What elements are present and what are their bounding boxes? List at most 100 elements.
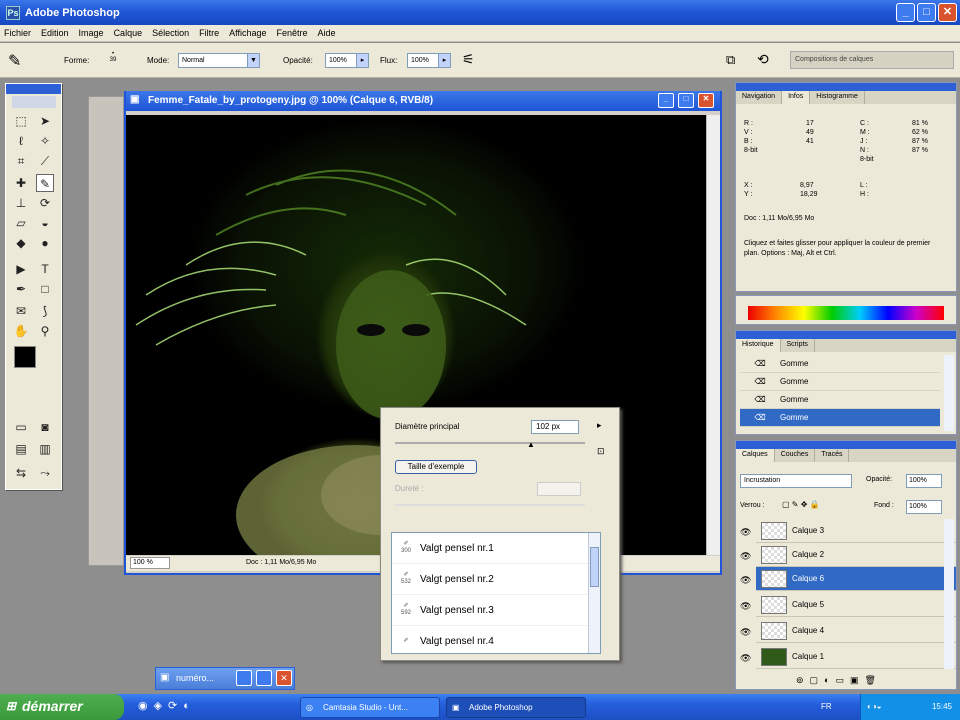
menu-arrow-icon[interactable]: ▸ (597, 420, 602, 431)
mini-maximize-button[interactable] (256, 670, 272, 686)
tab-layers[interactable]: Calques (736, 449, 775, 462)
maximize-button[interactable]: □ (917, 3, 936, 22)
layer-row[interactable]: Calque 3 (756, 519, 956, 543)
menu-edition[interactable]: Edition (41, 28, 69, 38)
layer-row[interactable]: Calque 1 (756, 645, 956, 669)
history-item[interactable]: ⌫ Gomme (740, 391, 940, 409)
mode-select[interactable]: Normal ▼ (178, 53, 260, 68)
quickmask-mode-icon[interactable]: ◙ (36, 418, 54, 436)
stamp-tool-icon[interactable]: ⊥ (12, 194, 30, 212)
lock-icons[interactable]: ▢ ✎ ✥ 🔒 (782, 500, 820, 509)
doc-size-status[interactable]: Doc : 1,11 Mo/6,95 Mo (246, 556, 316, 570)
layer-row[interactable]: Calque 5 (756, 593, 956, 617)
minimize-button[interactable]: _ (896, 3, 915, 22)
color-ramp[interactable] (748, 306, 944, 320)
tray-icons[interactable]: ◐◑◒ (867, 694, 882, 720)
blend-mode-select[interactable]: Incrustation (740, 474, 852, 488)
brush-item[interactable]: ✐ 592 Valgt pensel nr.3 (392, 595, 600, 626)
menu-selection[interactable]: Sélection (152, 28, 189, 38)
vertical-scrollbar[interactable] (706, 115, 720, 555)
brush-item[interactable]: ✐ 300 Valgt pensel nr.1 (392, 533, 600, 564)
brush-tool-active-icon[interactable]: ✎ (36, 174, 54, 192)
type-tool-icon[interactable]: T (36, 260, 54, 278)
doc-maximize-button[interactable]: □ (678, 93, 694, 108)
doc-minimize-button[interactable]: _ (658, 93, 674, 108)
eye-icon[interactable]: 👁 (740, 527, 751, 538)
sample-size-button[interactable]: Taille d'exemple (395, 460, 477, 474)
palette-toggle-icon[interactable]: ⧉ (726, 52, 735, 68)
brush-list-scrollbar[interactable] (588, 533, 600, 653)
close-button[interactable]: ✕ (938, 3, 957, 22)
brush-tool-icon[interactable]: ✎ (8, 51, 21, 71)
eye-icon[interactable]: 👁 (740, 551, 751, 562)
layers-scrollbar[interactable] (944, 519, 954, 669)
brush-list-scroll-thumb[interactable] (590, 547, 599, 587)
taskbar-item-camtasia[interactable]: ◎ Camtasia Studio - Unt... (300, 697, 440, 718)
bucket-tool-icon[interactable]: ◒ (36, 214, 54, 232)
fill-field[interactable]: 100% (906, 500, 942, 514)
tray-lang[interactable]: FR (821, 694, 832, 720)
slice-tool-icon[interactable]: ⟋ (36, 152, 54, 170)
tab-history[interactable]: Historique (736, 339, 781, 352)
background-document-window[interactable] (88, 96, 124, 566)
layer-row[interactable]: Calque 4 (756, 619, 956, 643)
crop-tool-icon[interactable]: ⌗ (12, 152, 30, 170)
eye-icon[interactable]: 👁 (740, 627, 751, 638)
path-select-icon[interactable]: ▶ (12, 260, 30, 278)
eye-icon[interactable]: 👁 (740, 575, 751, 586)
menu-calque[interactable]: Calque (114, 28, 143, 38)
shape-tool-icon[interactable]: □ (36, 280, 54, 298)
brush-options-icon[interactable]: ⊡ (597, 446, 605, 457)
history-item[interactable]: ⌫ Gomme (740, 355, 940, 373)
menu-fichier[interactable]: Fichier (4, 28, 31, 38)
doc-close-button[interactable]: ✕ (698, 93, 714, 108)
menu-fenetre[interactable]: Fenêtre (277, 28, 308, 38)
tab-scripts[interactable]: Scripts (781, 339, 815, 352)
eye-icon[interactable]: 👁 (740, 601, 751, 612)
lasso-tool-icon[interactable]: ℓ (12, 132, 30, 150)
history-item-active[interactable]: ⌫ Gomme (740, 409, 940, 427)
info-panel-header[interactable] (736, 83, 956, 91)
file-browser-icon[interactable]: ⟲ (757, 51, 769, 68)
quicklaunch-icons[interactable]: ◉◈⟳◐ (138, 699, 196, 712)
jump-to-icon[interactable]: ⤳ (36, 464, 54, 482)
eraser-tool-icon[interactable]: ▱ (12, 214, 30, 232)
standard-mode-icon[interactable]: ▭ (12, 418, 30, 436)
layer-row-active[interactable]: Calque 6 (756, 567, 956, 591)
menu-affichage[interactable]: Affichage (229, 28, 266, 38)
start-button[interactable]: ⊞ démarrer (0, 694, 124, 720)
taskbar-item-photoshop[interactable]: ▣ Adobe Photoshop (446, 697, 586, 718)
brush-item[interactable]: ✐ 532 Valgt pensel nr.2 (392, 564, 600, 595)
history-item[interactable]: ⌫ Gomme (740, 373, 940, 391)
layer-action-icons[interactable]: ⊚▢◐▭▣🗑 (796, 675, 882, 686)
menu-aide[interactable]: Aide (318, 28, 336, 38)
marquee-tool-icon[interactable]: ⬚ (12, 112, 30, 130)
diameter-slider-track[interactable] (395, 442, 585, 444)
menu-image[interactable]: Image (79, 28, 104, 38)
brush-preset-picker[interactable]: • 39 (104, 51, 122, 71)
tab-histogram[interactable]: Histogramme (810, 91, 865, 104)
layer-opacity-field[interactable]: 100% (906, 474, 942, 488)
tab-navigation[interactable]: Navigation (736, 91, 783, 104)
zoom-tool-icon[interactable]: ⚲ (36, 322, 54, 340)
brush-item[interactable]: ✐ Valgt pensel nr.4 (392, 626, 600, 653)
minimized-window[interactable]: ▣ numéro... ✕ (155, 667, 295, 690)
tab-channels[interactable]: Couches (775, 449, 816, 462)
tab-infos[interactable]: Infos (782, 91, 811, 104)
layer-row[interactable]: Calque 2 (756, 543, 956, 567)
magic-wand-icon[interactable]: ✧ (36, 132, 54, 150)
foreground-color-swatch[interactable] (14, 346, 36, 368)
flux-field[interactable]: 100% ▸ (407, 53, 451, 68)
move-tool-icon[interactable]: ➤ (36, 112, 54, 130)
history-brush-icon[interactable]: ⟳ (36, 194, 54, 212)
eye-icon[interactable]: 👁 (740, 653, 751, 664)
dodge-tool-icon[interactable]: ● (36, 234, 54, 252)
jump-to-imageready-icon[interactable]: ⇆ (12, 464, 30, 482)
zoom-field[interactable]: 100 % (130, 557, 170, 569)
airbrush-icon[interactable]: ⚟ (462, 51, 475, 68)
pen-tool-icon[interactable]: ✒ (12, 280, 30, 298)
document-title-bar[interactable]: ▣ Femme_Fatale_by_protogeny.jpg @ 100% (… (126, 91, 720, 111)
tab-paths[interactable]: Tracés (815, 449, 850, 462)
layers-panel-header[interactable] (736, 441, 956, 449)
screen-mode-2-icon[interactable]: ▥ (36, 440, 54, 458)
